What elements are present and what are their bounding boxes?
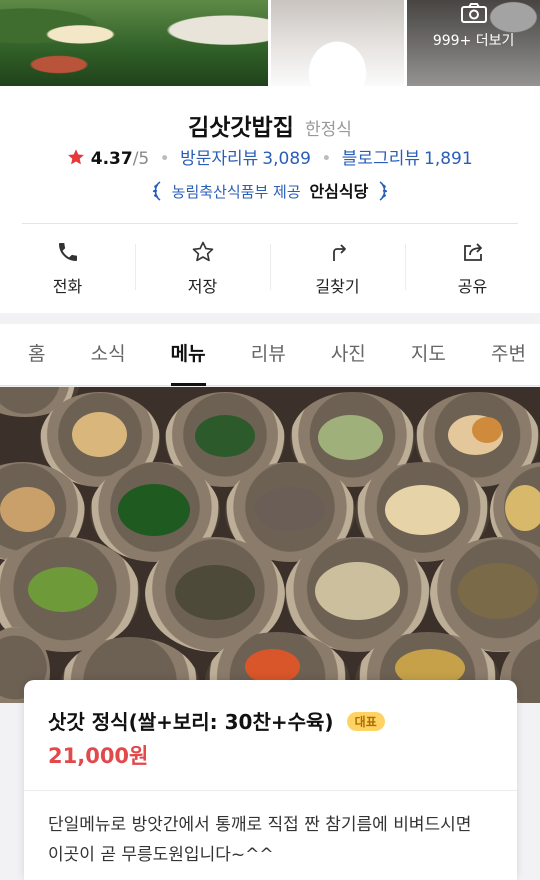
tab-photos[interactable]: 사진 bbox=[331, 324, 366, 386]
certification-provider: 농림축산식품부 제공 bbox=[171, 183, 301, 201]
save-label[interactable]: 저장 bbox=[188, 273, 217, 297]
separator-dot: • bbox=[159, 149, 170, 169]
share-label[interactable]: 공유 bbox=[458, 273, 487, 297]
action-bar: 전화 저장 길찾기 공유 bbox=[0, 224, 540, 312]
menu-name-row: 삿갓 정식(쌀+보리: 30찬+수육) 대표 bbox=[48, 706, 385, 735]
visitor-review-label[interactable]: 방문자리뷰 bbox=[180, 149, 258, 169]
menu-item-name: 삿갓 정식(쌀+보리: 30찬+수육) bbox=[48, 710, 334, 734]
menu-item-description: 단일메뉴로 방앗간에서 통깨로 직접 짠 참기름에 비벼드시면 이곳이 곧 무릉… bbox=[48, 815, 472, 865]
directions-icon bbox=[332, 244, 346, 261]
menu-item-price: 21,000원 bbox=[48, 744, 149, 768]
side-dish-food bbox=[0, 487, 55, 532]
title-row: 김삿갓밥집 한정식 bbox=[0, 108, 540, 142]
side-dish-food bbox=[385, 485, 460, 535]
side-dish-food bbox=[505, 485, 540, 531]
share-button[interactable]: 공유 bbox=[405, 224, 540, 312]
separator-dot: • bbox=[321, 149, 332, 169]
side-dish-food bbox=[458, 563, 538, 619]
menu-item-card[interactable]: 삿갓 정식(쌀+보리: 30찬+수육) 대표 21,000원 단일메뉴로 방앗간… bbox=[24, 680, 517, 880]
certification-badge: 안심식당 bbox=[309, 182, 369, 201]
tab-map[interactable]: 지도 bbox=[411, 324, 446, 386]
tab-review[interactable]: 리뷰 bbox=[251, 324, 286, 386]
rating-value: 4.37 bbox=[90, 149, 133, 169]
laurel-right-icon bbox=[379, 181, 388, 201]
tab-nearby[interactable]: 주변 bbox=[491, 324, 526, 386]
place-category: 한정식 bbox=[304, 120, 352, 140]
blog-review-count[interactable]: 1,891 bbox=[424, 149, 473, 169]
photo-more[interactable]: 999+ 더보기 bbox=[407, 0, 540, 86]
side-dish-food bbox=[318, 415, 383, 460]
photo-snow-garden[interactable] bbox=[270, 0, 405, 86]
side-dish-food bbox=[195, 415, 255, 457]
laurel-left-icon bbox=[152, 181, 161, 201]
call-label[interactable]: 전화 bbox=[53, 273, 82, 297]
place-info-card: 김삿갓밥집 한정식 4.37/5 • 방문자리뷰 3,089 • 블로그리뷰 1,8… bbox=[0, 86, 540, 313]
tab-news[interactable]: 소식 bbox=[91, 324, 126, 386]
call-button[interactable]: 전화 bbox=[0, 224, 135, 312]
place-name: 김삿갓밥집 bbox=[188, 115, 294, 141]
side-dish-food bbox=[255, 487, 325, 531]
directions-button[interactable]: 길찾기 bbox=[270, 224, 405, 312]
visitor-review-link[interactable]: 방문자리뷰 3,089 bbox=[180, 149, 316, 169]
signature-badge: 대표 bbox=[346, 712, 385, 731]
divider bbox=[24, 790, 517, 791]
blog-review-label[interactable]: 블로그리뷰 bbox=[342, 149, 420, 169]
phone-icon bbox=[58, 243, 77, 261]
tab-bar: 홈 소식 메뉴 리뷰 사진 지도 주변 bbox=[0, 324, 540, 386]
share-icon bbox=[463, 243, 482, 261]
photo-strip: 999+ 더보기 bbox=[0, 0, 540, 86]
side-dish-food bbox=[28, 567, 98, 612]
side-dish-food bbox=[472, 417, 502, 443]
side-dish-food bbox=[72, 412, 127, 457]
blog-review-link[interactable]: 블로그리뷰 1,891 bbox=[342, 149, 473, 169]
stats-row: 4.37/5 • 방문자리뷰 3,089 • 블로그리뷰 1,891 bbox=[0, 144, 540, 169]
visitor-review-count[interactable]: 3,089 bbox=[262, 149, 311, 169]
side-dish-food bbox=[245, 649, 300, 684]
save-button[interactable]: 저장 bbox=[135, 224, 270, 312]
directions-label[interactable]: 길찾기 bbox=[315, 273, 359, 297]
tab-menu[interactable]: 메뉴 bbox=[170, 324, 206, 386]
certification-row[interactable]: 농림축산식품부 제공 안심식당 bbox=[0, 178, 540, 202]
more-photos-label[interactable]: 999+ 더보기 bbox=[433, 30, 515, 50]
side-dish-food bbox=[175, 565, 255, 620]
side-dish-food bbox=[118, 484, 190, 536]
side-dish-food bbox=[315, 562, 400, 620]
photo-restaurant-exterior[interactable] bbox=[0, 0, 268, 86]
more-photos-overlay[interactable]: 999+ 더보기 bbox=[407, 0, 540, 86]
camera-icon bbox=[460, 3, 487, 23]
star-outline-icon bbox=[192, 241, 213, 262]
star-icon bbox=[68, 149, 85, 165]
menu-photo[interactable] bbox=[0, 387, 540, 703]
tab-home[interactable]: 홈 bbox=[28, 324, 45, 386]
rating-max: /5 bbox=[132, 149, 150, 169]
